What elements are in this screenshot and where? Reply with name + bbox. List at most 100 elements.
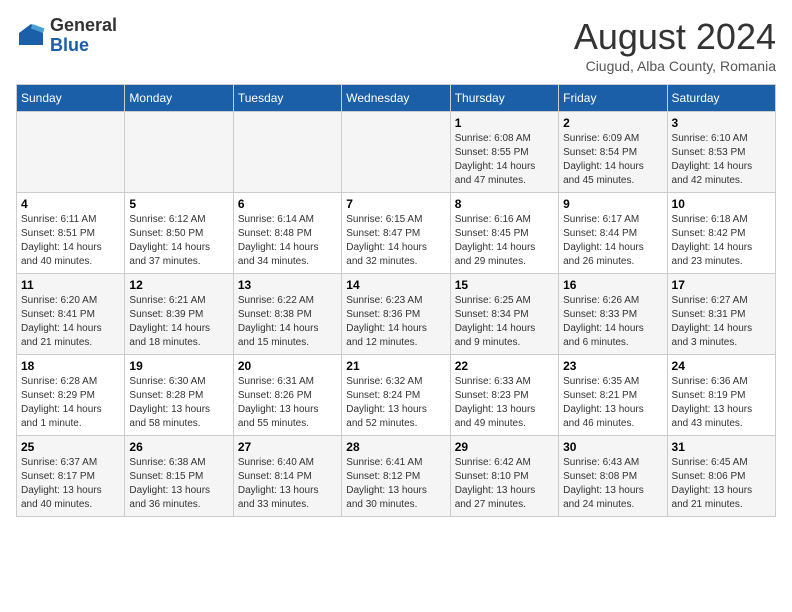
location-subtitle: Ciugud, Alba County, Romania (574, 58, 776, 74)
day-number: 7 (346, 197, 445, 211)
day-cell: 4Sunrise: 6:11 AM Sunset: 8:51 PM Daylig… (17, 193, 125, 274)
day-number: 26 (129, 440, 228, 454)
day-cell: 7 Sunrise: 6:15 AM Sunset: 8:47 PM Daylig… (342, 193, 450, 274)
day-info: Sunrise: 6:35 AM Sunset: 8:21 PM Dayligh… (563, 375, 662, 431)
day-number: 5 (129, 197, 228, 211)
day-info: Sunrise: 6:40 AM Sunset: 8:14 PM Dayligh… (238, 456, 337, 512)
day-cell: 21Sunrise: 6:32 AM Sunset: 8:24 PM Dayli… (342, 355, 450, 436)
day-number: 10 (672, 197, 771, 211)
day-cell (125, 112, 233, 193)
day-number: 17 (672, 278, 771, 292)
day-number: 9 (563, 197, 662, 211)
day-info: Sunrise: 6:41 AM Sunset: 8:12 PM Dayligh… (346, 456, 445, 512)
day-number: 11 (21, 278, 120, 292)
day-info: Sunrise: 6:45 AM Sunset: 8:06 PM Dayligh… (672, 456, 771, 512)
day-number: 13 (238, 278, 337, 292)
header-wednesday: Wednesday (342, 85, 450, 112)
day-info: Sunrise: 6:30 AM Sunset: 8:28 PM Dayligh… (129, 375, 228, 431)
day-number: 1 (455, 116, 554, 130)
day-number: 2 (563, 116, 662, 130)
day-cell: 25 Sunrise: 6:37 AM Sunset: 8:17 PM Dayli… (17, 436, 125, 517)
day-info: Sunrise: 6:25 AM Sunset: 8:34 PM Dayligh… (455, 294, 554, 350)
day-number: 16 (563, 278, 662, 292)
day-info: Sunrise: 6:09 AM Sunset: 8:54 PM Dayligh… (563, 132, 662, 188)
day-info: Sunrise: 6:14 AM Sunset: 8:48 PM Dayligh… (238, 213, 337, 269)
day-info: Sunrise: 6:36 AM Sunset: 8:19 PM Dayligh… (672, 375, 771, 431)
logo-blue-text: Blue (50, 36, 117, 56)
day-number: 15 (455, 278, 554, 292)
day-info: Sunrise: 6:26 AM Sunset: 8:33 PM Dayligh… (563, 294, 662, 350)
day-number: 25 (21, 440, 120, 454)
day-cell: 12 Sunrise: 6:21 AM Sunset: 8:39 PM Dayli… (125, 274, 233, 355)
day-cell (233, 112, 341, 193)
day-info: Sunrise: 6:15 AM Sunset: 8:47 PM Dayligh… (346, 213, 445, 269)
day-info: Sunrise: 6:33 AM Sunset: 8:23 PM Dayligh… (455, 375, 554, 431)
day-cell: 1 Sunrise: 6:08 AM Sunset: 8:55 PM Daylig… (450, 112, 558, 193)
day-info: Sunrise: 6:17 AM Sunset: 8:44 PM Dayligh… (563, 213, 662, 269)
day-info: Sunrise: 6:08 AM Sunset: 8:55 PM Dayligh… (455, 132, 554, 188)
week-row-3: 11 Sunrise: 6:20 AM Sunset: 8:41 PM Dayli… (17, 274, 776, 355)
header-friday: Friday (559, 85, 667, 112)
day-number: 12 (129, 278, 228, 292)
page-header: General Blue August 2024 Ciugud, Alba Co… (16, 16, 776, 74)
month-year-title: August 2024 (574, 16, 776, 58)
day-number: 23 (563, 359, 662, 373)
calendar-body: 1 Sunrise: 6:08 AM Sunset: 8:55 PM Daylig… (17, 112, 776, 517)
logo-icon (16, 21, 46, 51)
day-info: Sunrise: 6:32 AM Sunset: 8:24 PM Dayligh… (346, 375, 445, 431)
header-sunday: Sunday (17, 85, 125, 112)
day-info: Sunrise: 6:11 AM Sunset: 8:51 PM Dayligh… (21, 213, 120, 269)
day-cell: 24 Sunrise: 6:36 AM Sunset: 8:19 PM Dayli… (667, 355, 775, 436)
day-info: Sunrise: 6:37 AM Sunset: 8:17 PM Dayligh… (21, 456, 120, 512)
logo-text: General Blue (50, 16, 117, 56)
day-cell: 27Sunrise: 6:40 AM Sunset: 8:14 PM Dayli… (233, 436, 341, 517)
day-info: Sunrise: 6:10 AM Sunset: 8:53 PM Dayligh… (672, 132, 771, 188)
day-cell: 31 Sunrise: 6:45 AM Sunset: 8:06 PM Dayli… (667, 436, 775, 517)
day-number: 19 (129, 359, 228, 373)
day-cell: 6 Sunrise: 6:14 AM Sunset: 8:48 PM Daylig… (233, 193, 341, 274)
day-info: Sunrise: 6:42 AM Sunset: 8:10 PM Dayligh… (455, 456, 554, 512)
day-cell: 30Sunrise: 6:43 AM Sunset: 8:08 PM Dayli… (559, 436, 667, 517)
week-row-4: 18Sunrise: 6:28 AM Sunset: 8:29 PM Dayli… (17, 355, 776, 436)
day-number: 31 (672, 440, 771, 454)
day-number: 20 (238, 359, 337, 373)
calendar-header: SundayMondayTuesdayWednesdayThursdayFrid… (17, 85, 776, 112)
logo: General Blue (16, 16, 117, 56)
day-cell: 13 Sunrise: 6:22 AM Sunset: 8:38 PM Dayli… (233, 274, 341, 355)
day-info: Sunrise: 6:12 AM Sunset: 8:50 PM Dayligh… (129, 213, 228, 269)
day-cell: 16 Sunrise: 6:26 AM Sunset: 8:33 PM Dayli… (559, 274, 667, 355)
day-cell: 29Sunrise: 6:42 AM Sunset: 8:10 PM Dayli… (450, 436, 558, 517)
day-cell: 26 Sunrise: 6:38 AM Sunset: 8:15 PM Dayli… (125, 436, 233, 517)
day-cell: 2 Sunrise: 6:09 AM Sunset: 8:54 PM Daylig… (559, 112, 667, 193)
day-cell: 3 Sunrise: 6:10 AM Sunset: 8:53 PM Daylig… (667, 112, 775, 193)
day-info: Sunrise: 6:21 AM Sunset: 8:39 PM Dayligh… (129, 294, 228, 350)
day-info: Sunrise: 6:27 AM Sunset: 8:31 PM Dayligh… (672, 294, 771, 350)
day-info: Sunrise: 6:31 AM Sunset: 8:26 PM Dayligh… (238, 375, 337, 431)
day-number: 3 (672, 116, 771, 130)
day-info: Sunrise: 6:22 AM Sunset: 8:38 PM Dayligh… (238, 294, 337, 350)
day-cell: 14Sunrise: 6:23 AM Sunset: 8:36 PM Dayli… (342, 274, 450, 355)
day-info: Sunrise: 6:16 AM Sunset: 8:45 PM Dayligh… (455, 213, 554, 269)
day-info: Sunrise: 6:38 AM Sunset: 8:15 PM Dayligh… (129, 456, 228, 512)
day-cell: 19 Sunrise: 6:30 AM Sunset: 8:28 PM Dayli… (125, 355, 233, 436)
header-row: SundayMondayTuesdayWednesdayThursdayFrid… (17, 85, 776, 112)
day-cell: 10 Sunrise: 6:18 AM Sunset: 8:42 PM Dayli… (667, 193, 775, 274)
day-number: 24 (672, 359, 771, 373)
header-monday: Monday (125, 85, 233, 112)
day-cell: 18Sunrise: 6:28 AM Sunset: 8:29 PM Dayli… (17, 355, 125, 436)
day-cell: 22Sunrise: 6:33 AM Sunset: 8:23 PM Dayli… (450, 355, 558, 436)
day-number: 30 (563, 440, 662, 454)
day-cell (17, 112, 125, 193)
header-thursday: Thursday (450, 85, 558, 112)
calendar-table: SundayMondayTuesdayWednesdayThursdayFrid… (16, 84, 776, 517)
header-saturday: Saturday (667, 85, 775, 112)
day-number: 6 (238, 197, 337, 211)
day-info: Sunrise: 6:18 AM Sunset: 8:42 PM Dayligh… (672, 213, 771, 269)
day-info: Sunrise: 6:20 AM Sunset: 8:41 PM Dayligh… (21, 294, 120, 350)
day-number: 14 (346, 278, 445, 292)
day-number: 8 (455, 197, 554, 211)
day-cell: 23 Sunrise: 6:35 AM Sunset: 8:21 PM Dayli… (559, 355, 667, 436)
logo-general-text: General (50, 16, 117, 36)
header-tuesday: Tuesday (233, 85, 341, 112)
day-cell: 5 Sunrise: 6:12 AM Sunset: 8:50 PM Daylig… (125, 193, 233, 274)
